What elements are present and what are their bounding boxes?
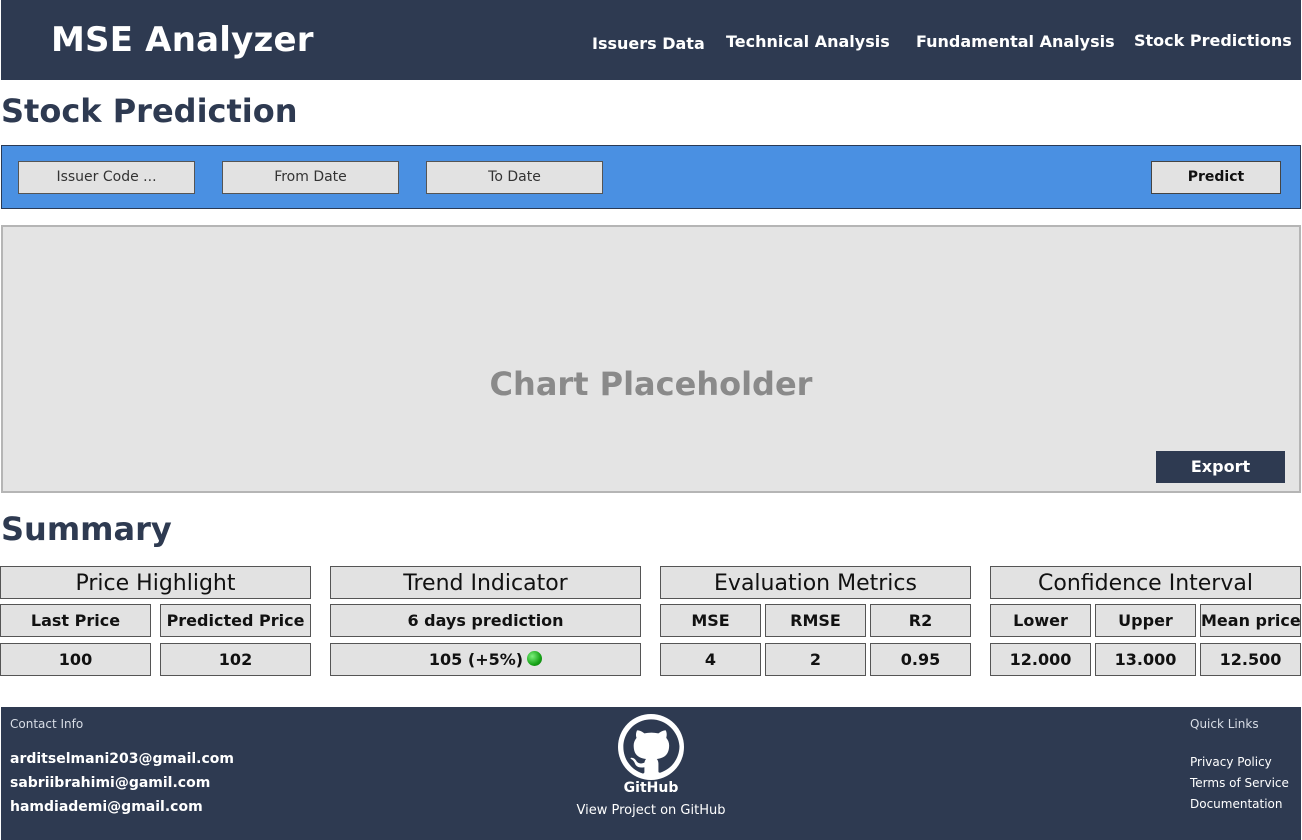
metric-label-rmse: RMSE — [765, 604, 866, 637]
trend-prediction-label: 6 days prediction — [330, 604, 641, 637]
summary-title: Summary — [1, 510, 172, 548]
last-price-label: Last Price — [0, 604, 151, 637]
price-highlight-title: Price Highlight — [0, 566, 311, 599]
metric-value-r2: 0.95 — [870, 643, 971, 676]
page-title: Stock Prediction — [1, 92, 298, 130]
from-date-input[interactable]: From Date — [222, 161, 399, 194]
github-project-link[interactable]: View Project on GitHub — [551, 803, 751, 818]
to-date-input[interactable]: To Date — [426, 161, 603, 194]
nav-stock-predictions[interactable]: Stock Predictions — [1134, 31, 1292, 50]
quick-links-label: Quick Links — [1190, 717, 1259, 731]
ci-value-upper: 13.000 — [1095, 643, 1196, 676]
export-button[interactable]: Export — [1156, 451, 1285, 483]
metric-value-rmse: 2 — [765, 643, 866, 676]
ci-value-lower: 12.000 — [990, 643, 1091, 676]
prediction-toolbar: Issuer Code ... From Date To Date Predic… — [1, 145, 1301, 209]
contact-email[interactable]: arditselmani203@gmail.com — [10, 751, 234, 767]
trend-prediction-cell: 105 (+5%) — [330, 643, 641, 676]
trend-prediction-value: 105 (+5%) — [428, 650, 524, 669]
terms-of-service-link[interactable]: Terms of Service — [1190, 776, 1289, 790]
ci-label-lower: Lower — [990, 604, 1091, 637]
chart-area: Chart Placeholder Export — [1, 225, 1301, 493]
footer: Contact Info arditselmani203@gmail.com s… — [1, 707, 1301, 840]
ci-label-upper: Upper — [1095, 604, 1196, 637]
trend-indicator-title: Trend Indicator — [330, 566, 641, 599]
brand-logo[interactable]: MSE Analyzer — [51, 20, 314, 60]
documentation-link[interactable]: Documentation — [1190, 797, 1283, 811]
privacy-policy-link[interactable]: Privacy Policy — [1190, 755, 1272, 769]
predict-button[interactable]: Predict — [1151, 161, 1281, 194]
contact-email[interactable]: hamdiademi@gmail.com — [10, 799, 203, 815]
nav-fundamental-analysis[interactable]: Fundamental Analysis — [916, 32, 1115, 51]
top-nav-bar: MSE Analyzer Issuers Data Technical Anal… — [1, 0, 1301, 80]
nav-issuers-data[interactable]: Issuers Data — [592, 34, 705, 53]
chart-placeholder-text: Chart Placeholder — [489, 365, 813, 403]
evaluation-metrics-title: Evaluation Metrics — [660, 566, 971, 599]
metric-label-r2: R2 — [870, 604, 971, 637]
metric-value-mse: 4 — [660, 643, 761, 676]
ci-value-mean: 12.500 — [1200, 643, 1301, 676]
nav-technical-analysis[interactable]: Technical Analysis — [726, 32, 890, 51]
ci-label-mean: Mean price — [1200, 604, 1301, 637]
github-icon[interactable] — [618, 714, 684, 780]
metric-label-mse: MSE — [660, 604, 761, 637]
issuer-code-input[interactable]: Issuer Code ... — [18, 161, 195, 194]
github-wordmark: GitHub — [623, 780, 679, 796]
predicted-price-value: 102 — [160, 643, 311, 676]
confidence-interval-title: Confidence Interval — [990, 566, 1301, 599]
contact-email[interactable]: sabriibrahimi@gamil.com — [10, 775, 210, 791]
contact-info-label: Contact Info — [10, 717, 84, 731]
trend-status-dot-icon — [527, 651, 543, 666]
last-price-value: 100 — [0, 643, 151, 676]
predicted-price-label: Predicted Price — [160, 604, 311, 637]
